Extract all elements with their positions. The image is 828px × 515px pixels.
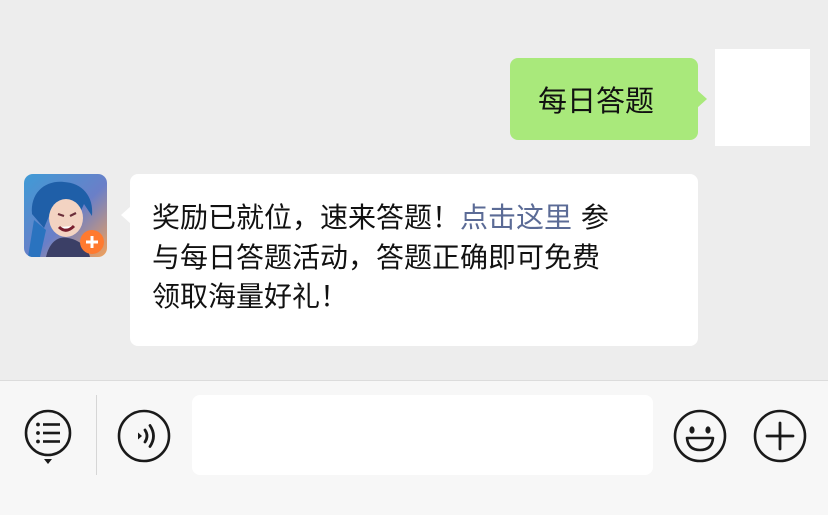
click-here-link[interactable]: 点击这里 (460, 201, 572, 234)
message-line-3: 领取海量好礼！ (152, 280, 349, 313)
message-line-2: 与每日答题活动，答题正确即可免费 (152, 240, 601, 274)
menu-list-icon[interactable] (22, 407, 74, 467)
voice-icon[interactable] (116, 408, 172, 464)
input-bar-divider (96, 395, 97, 475)
my-avatar[interactable] (715, 49, 810, 146)
outgoing-message-bubble[interactable]: 每日答题 (510, 58, 707, 140)
message-input[interactable] (192, 395, 653, 475)
game-character-icon (24, 174, 107, 257)
emoji-icon[interactable] (672, 408, 728, 464)
plus-icon[interactable] (752, 408, 808, 464)
message-line-1: 奖励已就位，速来答题！点击这里 参 (152, 198, 676, 238)
message-text-segment: 参 (572, 201, 609, 234)
message-text-segment: 奖励已就位，速来答题！ (152, 201, 461, 234)
outgoing-message-text: 每日答题 (538, 84, 655, 118)
official-account-avatar[interactable] (24, 174, 107, 257)
incoming-message-bubble: 奖励已就位，速来答题！点击这里 参 与每日答题活动，答题正确即可免费 领取海量好… (121, 174, 698, 346)
chat-area: 每日答题 奖励已就位，速来答题！点击这里 参 与每日答题活动，答题正确即可免费 … (0, 0, 828, 380)
